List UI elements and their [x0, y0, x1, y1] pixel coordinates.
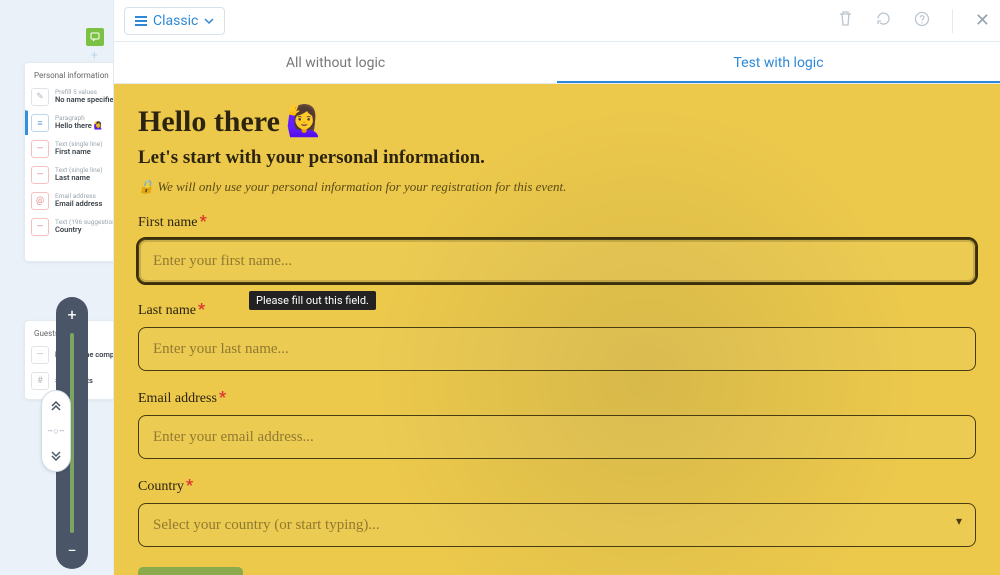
chevron-down-double-icon [50, 451, 62, 463]
field-first-name: First name* [138, 211, 976, 283]
refresh-icon[interactable] [875, 10, 892, 31]
preview-tabs: All without logic Test with logic [114, 42, 1000, 84]
zoom-in-button[interactable]: + [67, 307, 76, 323]
prefill-icon: ✎ [31, 88, 49, 106]
handle-indicator-icon: –○– [47, 426, 64, 437]
submit-button[interactable]: Submit [138, 567, 243, 575]
first-name-label: First name [138, 215, 198, 230]
required-asterisk: * [186, 475, 193, 494]
first-name-input[interactable] [138, 239, 976, 283]
email-input[interactable] [138, 415, 976, 459]
tab-test-with-logic[interactable]: Test with logic [557, 42, 1000, 83]
lock-icon: 🔒 [138, 179, 154, 194]
required-asterisk: * [200, 211, 207, 230]
trash-icon[interactable] [838, 10, 853, 31]
text-icon: — [31, 218, 49, 236]
zoom-handle[interactable]: –○– [41, 390, 71, 472]
last-name-input[interactable] [138, 327, 976, 371]
required-asterisk: * [198, 299, 205, 318]
toolbar-divider [952, 9, 953, 33]
validation-tooltip: Please fill out this field. [249, 291, 376, 310]
form-subheading: Let's start with your personal informati… [138, 147, 976, 169]
country-input[interactable] [138, 503, 976, 547]
add-section-top-icon[interactable]: + [91, 48, 98, 62]
preview-toolbar: Classic ✕ [114, 0, 1000, 42]
email-icon: @ [31, 192, 49, 210]
tab-all-without-logic[interactable]: All without logic [114, 42, 557, 83]
form-preview-area: Hello there 🙋‍♀️ Let's start with your p… [114, 84, 1000, 575]
email-label: Email address [138, 391, 217, 406]
help-icon[interactable] [914, 11, 930, 31]
text-icon: — [31, 346, 49, 364]
text-icon: — [31, 140, 49, 158]
paragraph-icon: ≡ [31, 114, 49, 132]
field-country: Country* ▾ [138, 475, 976, 547]
chevron-down-icon [204, 16, 214, 26]
view-mode-label: Classic [153, 13, 198, 29]
required-asterisk: * [219, 387, 226, 406]
view-mode-dropdown[interactable]: Classic [124, 7, 225, 35]
close-icon[interactable]: ✕ [975, 10, 990, 31]
text-icon: — [31, 166, 49, 184]
zoom-out-button[interactable]: − [67, 543, 76, 559]
wave-emoji-icon: 🙋‍♀️ [286, 104, 323, 139]
form-outline-sidebar: + Personal information ✎ Prefill 5 value… [0, 0, 113, 575]
country-label: Country [138, 479, 184, 494]
hamburger-icon [135, 16, 147, 26]
privacy-note: 🔒 We will only use your personal informa… [138, 179, 976, 195]
form-heading: Hello there 🙋‍♀️ [138, 104, 976, 139]
main-pane: Classic ✕ All without logic Test with lo… [113, 0, 1000, 575]
last-name-label: Last name [138, 303, 196, 318]
field-email: Email address* [138, 387, 976, 459]
number-icon: # [31, 372, 49, 390]
chevron-up-double-icon [50, 399, 62, 411]
welcome-block-icon[interactable] [86, 28, 104, 46]
